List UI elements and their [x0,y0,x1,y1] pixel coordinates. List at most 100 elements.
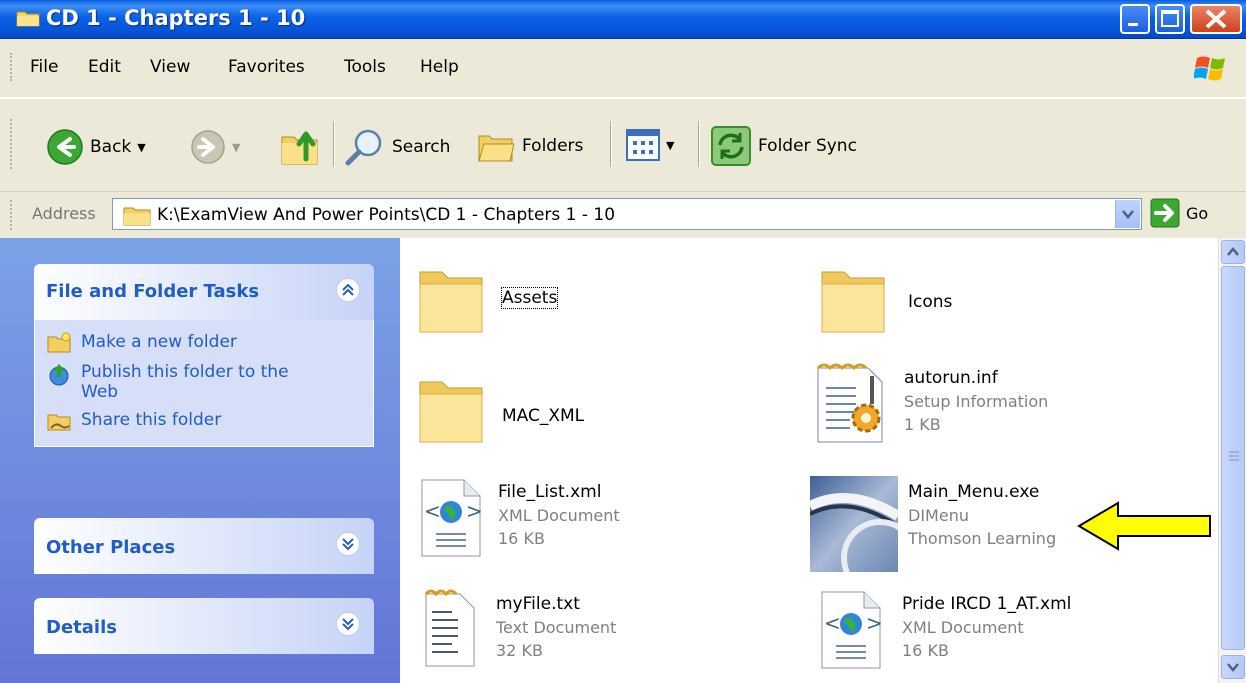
address-input[interactable]: K:\ExamView And Power Points\CD 1 - Chap… [112,198,1142,230]
publish-web-icon [49,364,69,386]
search-label: Search [392,137,451,157]
vertical-scrollbar[interactable] [1218,238,1246,683]
file-size: 1 KB [904,415,941,434]
menu-bar: File Edit View Favorites Tools Help [0,39,1246,97]
expand-button[interactable] [336,532,360,556]
address-label: Address [32,204,96,223]
application-icon [810,476,898,572]
menu-edit[interactable]: Edit [88,57,121,77]
folder-icon [123,207,151,226]
file-type: Text Document [496,618,617,637]
scroll-up-button[interactable] [1221,240,1245,264]
file-type: XML Document [902,618,1024,637]
svg-text:<: < [424,499,441,523]
standard-toolbar: Back ▼ ▼ Search Folders ▼ Folder Sync [0,98,1246,191]
scroll-down-button[interactable] [1221,655,1245,679]
details-header[interactable]: Details [34,598,374,654]
close-button[interactable] [1190,4,1242,34]
folder-icon [821,271,885,333]
menu-file[interactable]: File [30,57,58,77]
folder-icon [419,381,483,443]
minimize-icon [1128,23,1138,26]
folders-button[interactable]: Folders [476,127,583,165]
other-places-title: Other Places [46,537,176,558]
toolbar-separator [698,121,700,167]
toolbar-separator [610,121,612,167]
views-button[interactable]: ▼ [626,129,674,161]
file-item[interactable]: Icons [818,262,952,340]
file-type: XML Document [498,506,620,525]
forward-arrow-icon [191,130,225,164]
file-name: Pride IRCD 1_AT.xml [902,594,1072,614]
task-make-new-folder[interactable]: Make a new folder [35,326,373,356]
file-item[interactable]: myFile.txt Text Document 32 KB [422,588,616,670]
file-type: Setup Information [904,392,1049,411]
explorer-window: CD 1 - Chapters 1 - 10 File Edit View Fa… [0,0,1246,683]
text-document-icon [424,589,475,667]
svg-text:>: > [866,611,883,635]
chevron-down-icon [1227,663,1239,672]
file-item[interactable]: MAC_XML [416,372,584,450]
folder-icon [16,11,40,27]
go-arrow-icon [1150,198,1180,228]
setup-file-icon [816,363,883,443]
folder-sync-icon [711,126,751,166]
menu-help[interactable]: Help [420,57,459,77]
search-icon [345,129,382,166]
maximize-icon [1161,10,1179,27]
maximize-button[interactable] [1155,4,1185,34]
minimize-button[interactable] [1120,4,1150,34]
task-share-folder[interactable]: Share this folder [35,404,373,434]
back-button[interactable]: Back ▼ [46,128,146,166]
toolbar-grip[interactable] [10,119,12,169]
addressbar-grip[interactable] [10,200,12,230]
address-dropdown-button[interactable] [1115,200,1140,228]
chevron-down-double-icon [342,618,354,631]
toolbar-separator [333,121,335,167]
back-dropdown-icon[interactable]: ▼ [137,141,145,154]
forward-button[interactable]: ▼ [190,129,240,165]
file-name: Main_Menu.exe [908,482,1040,502]
menu-view[interactable]: View [150,57,190,77]
menu-tools[interactable]: Tools [344,57,386,77]
views-icon [626,129,660,161]
forward-dropdown-icon[interactable]: ▼ [232,141,240,154]
file-item[interactable]: Main_Menu.exe DIMenu Thomson Learning [810,476,1056,572]
menu-favorites[interactable]: Favorites [228,57,305,77]
file-item[interactable]: Assets [416,262,559,340]
address-bar: Address K:\ExamView And Power Points\CD … [0,191,1246,238]
title-bar[interactable]: CD 1 - Chapters 1 - 10 [0,0,1246,39]
menubar-grip[interactable] [10,53,14,81]
file-item[interactable]: autorun.inf Setup Information 1 KB [810,362,1048,446]
share-folder-icon [47,414,71,431]
file-folder-tasks-panel: File and Folder Tasks Make a new folder [34,264,374,447]
file-item[interactable]: < > Pride IRCD 1_AT.xml XML Document 16 … [818,588,1071,672]
details-panel: Details [34,598,374,654]
views-dropdown-icon[interactable]: ▼ [666,139,674,152]
task-publish-folder[interactable]: Publish this folder to the Web [35,356,373,404]
other-places-header[interactable]: Other Places [34,518,374,574]
collapse-button[interactable] [336,278,360,302]
up-folder-icon [281,131,318,165]
file-list: Assets Icons MAC_XML autorun.inf Setup I… [400,238,1218,683]
folder-sync-button[interactable]: Folder Sync [710,125,857,167]
expand-button[interactable] [336,612,360,636]
scroll-thumb[interactable] [1221,266,1245,650]
details-title: Details [46,617,117,638]
go-label: Go [1186,203,1209,223]
address-value: K:\ExamView And Power Points\CD 1 - Chap… [157,205,616,225]
folder-sync-label: Folder Sync [758,136,857,156]
close-icon [1205,9,1227,29]
file-size: 16 KB [498,529,545,548]
file-name: Assets [500,287,559,309]
file-size: 16 KB [902,641,949,660]
file-item[interactable]: < > File_List.xml XML Document 16 KB [418,476,620,560]
file-folder-tasks-header[interactable]: File and Folder Tasks [34,264,374,320]
go-button[interactable]: Go [1150,198,1208,228]
task-link-label: Share this folder [81,410,222,430]
back-label: Back [90,137,132,157]
folder-icon [419,271,483,333]
yellow-arrow-annotation [1077,501,1211,551]
up-folder-button[interactable] [280,125,324,167]
search-button[interactable]: Search [344,127,450,167]
